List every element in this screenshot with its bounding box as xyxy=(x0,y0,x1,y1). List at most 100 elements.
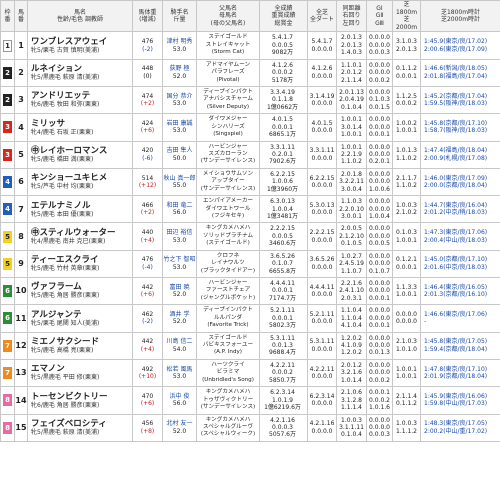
time-2000-link[interactable]: 2:01.3(京都/良/16.10) xyxy=(424,291,500,298)
horse-cell[interactable]: ミリッサ 牝4/鹿毛 石坂 正(栗東) xyxy=(27,113,133,142)
horse-cell[interactable]: ミエノサクシード 牝5/鹿毛 高橋 亮(栗東) xyxy=(27,331,133,360)
time-2000-link[interactable]: 2:00.0(京都/良/18.04) xyxy=(424,182,500,189)
horse-name-link[interactable]: トーセンビクトリー xyxy=(31,392,132,402)
time-1800-link[interactable]: 1:47.3(東京/良/17.06) xyxy=(424,229,500,236)
horse-name-link[interactable]: キンショーユキヒメ xyxy=(31,173,132,183)
horse-name-link[interactable]: ㊥スティルウォーター xyxy=(31,228,132,238)
times-cell[interactable]: 1:45.8(東京/良/17.05) 1:59.4(京都/良/18.04) xyxy=(420,331,500,360)
jockey-cell[interactable]: 富田 暁 52.0 xyxy=(162,277,197,306)
time-2000-link[interactable]: 2:00.6(東京/良/17.09) xyxy=(424,46,500,53)
times-cell[interactable]: 1:48.3(東京/良/17.05) 2:00.2(中山/重/17.02) xyxy=(420,413,500,442)
jockey-name-link[interactable]: 竹之下 智昭 xyxy=(164,256,196,263)
time-2000-link[interactable]: 1:58.7(阪神/良/18.03) xyxy=(424,127,500,134)
horse-name-link[interactable]: エマノン xyxy=(31,364,132,374)
times-cell[interactable]: 1:45.0(京都/良/17.10) 2:01.6(中京/良/18.03) xyxy=(420,249,500,279)
jockey-name-link[interactable]: 川島 信二 xyxy=(164,338,196,345)
time-1800-link[interactable]: 1:46.6(新潟/良/18.05) xyxy=(424,65,500,72)
horse-name-link[interactable]: アンドリエッテ xyxy=(31,91,132,101)
jockey-name-link[interactable]: 津村 明秀 xyxy=(164,38,196,45)
horse-name-link[interactable]: フェイズベロシティ xyxy=(31,419,132,429)
jockey-cell[interactable]: 秋山 真一郎 55.0 xyxy=(162,167,197,197)
horse-name-link[interactable]: ミエノサクシード xyxy=(31,337,132,347)
horse-cell[interactable]: ティーエスクライ 牝5/鹿毛 竹村 英章(栗東) xyxy=(27,249,133,279)
horse-cell[interactable]: トーセンビクトリー 牝6/鹿毛 角居 勝彦(栗東) xyxy=(27,386,133,415)
horse-cell[interactable]: アルジャンテ 牝5/栗毛 尾関 知人(美浦) xyxy=(27,304,133,333)
time-2000-link[interactable]: 2:00.9(札幌/良/17.08) xyxy=(424,155,500,162)
time-1800-link[interactable]: 1:47.4(福島/良/18.04) xyxy=(424,147,500,154)
time-2000-link[interactable]: - xyxy=(424,318,500,325)
time-2000-link[interactable]: 2:01.6(中京/良/18.03) xyxy=(424,264,500,271)
time-2000-link[interactable]: 1:59.4(京都/良/18.04) xyxy=(424,346,500,353)
horse-cell[interactable]: アンドリエッテ 牝6/鹿毛 牧田 和弥(栗東) xyxy=(27,85,133,115)
jockey-cell[interactable]: 竹之下 智昭 53.0 xyxy=(162,249,197,279)
jockey-cell[interactable]: 松若 風馬 53.0 xyxy=(162,358,197,388)
times-cell[interactable]: 1:44.7(東京/良/16.04) 2:01.2(中京/稍/18.03) xyxy=(420,195,500,224)
jockey-cell[interactable]: 浜中 俊 56.0 xyxy=(162,386,197,415)
jockey-cell[interactable]: 津村 明秀 53.0 xyxy=(162,31,197,60)
time-2000-link[interactable]: 2:01.8(福島/良/17.04) xyxy=(424,73,500,80)
jockey-cell[interactable]: 北村 友一 52.0 xyxy=(162,413,197,442)
jockey-name-link[interactable]: 秋山 真一郎 xyxy=(164,175,196,182)
time-1800-link[interactable]: 1:45.9(東京/良/17.02) xyxy=(424,38,500,45)
horse-name-link[interactable]: ティーエスクライ xyxy=(31,255,132,265)
jockey-cell[interactable]: 川島 信二 54.0 xyxy=(162,331,197,360)
horse-name-link[interactable]: ヴァフラーム xyxy=(31,282,132,292)
jockey-name-link[interactable]: 和田 竜二 xyxy=(164,202,196,209)
jockey-name-link[interactable]: 国分 恭介 xyxy=(164,93,196,100)
time-2000-link[interactable]: 2:00.2(中山/重/17.02) xyxy=(424,428,500,435)
time-1800-link[interactable]: 1:46.6(東京/良/17.06) xyxy=(424,311,500,318)
horse-cell[interactable]: ㊥スティルウォーター 牝4/黒鹿毛 南井 克巳(栗東) xyxy=(27,222,133,251)
time-1800-link[interactable]: 1:45.0(京都/良/17.10) xyxy=(424,256,500,263)
time-1800-link[interactable]: 1:47.8(東京/良/17.10) xyxy=(424,366,500,373)
time-2000-link[interactable]: 2:01.9(京都/良/18.04) xyxy=(424,373,500,380)
times-cell[interactable]: 1:47.4(福島/良/18.04) 2:00.9(札幌/良/17.08) xyxy=(420,140,500,169)
jockey-name-link[interactable]: 田辺 裕信 xyxy=(164,229,196,236)
time-2000-link[interactable]: 1:59.5(阪神/良/18.03) xyxy=(424,100,500,107)
horse-name-link[interactable]: アルジャンテ xyxy=(31,310,132,320)
horse-name-link[interactable]: ワンブレスアウェイ xyxy=(31,37,132,47)
times-cell[interactable]: 1:47.3(東京/良/17.06) 2:00.4(中山/良/18.03) xyxy=(420,222,500,251)
jockey-cell[interactable]: 酒井 学 52.0 xyxy=(162,304,197,333)
jockey-name-link[interactable]: 酒井 学 xyxy=(164,311,196,318)
horse-name-link[interactable]: ㊥レイホーロマンス xyxy=(31,146,132,156)
time-1800-link[interactable]: 1:45.8(東京/良/17.05) xyxy=(424,338,500,345)
times-cell[interactable]: 1:45.9(東京/良/16.06) 1:59.8(中山/良/17.03) xyxy=(420,386,500,415)
jockey-cell[interactable]: 和田 竜二 56.0 xyxy=(162,195,197,224)
horse-cell[interactable]: エテルナミノル 牝5/鹿毛 本田 優(栗東) xyxy=(27,195,133,224)
time-2000-link[interactable]: 2:01.2(中京/稍/18.03) xyxy=(424,209,500,216)
horse-cell[interactable]: ヴァフラーム 牝5/鹿毛 角居 勝彦(栗東) xyxy=(27,277,133,306)
jockey-name-link[interactable]: 岩田 康誠 xyxy=(164,120,196,127)
jockey-name-link[interactable]: 松若 風馬 xyxy=(164,366,196,373)
time-1800-link[interactable]: 1:48.3(東京/良/17.05) xyxy=(424,420,500,427)
jockey-name-link[interactable]: 荻野 極 xyxy=(164,65,196,72)
time-1800-link[interactable]: 1:46.0(東京/良/17.09) xyxy=(424,175,500,182)
jockey-name-link[interactable]: 富田 暁 xyxy=(164,284,196,291)
horse-name-link[interactable]: ミリッサ xyxy=(31,119,132,129)
horse-cell[interactable]: キンショーユキヒメ 牝5/芦毛 中村 均(栗東) xyxy=(27,167,133,197)
horse-cell[interactable]: ルネイション 牝5/黒鹿毛 萩原 清(美浦) xyxy=(27,58,133,87)
times-cell[interactable]: 1:46.0(東京/良/17.09) 2:00.0(京都/良/18.04) xyxy=(420,167,500,197)
times-cell[interactable]: 1:46.4(東京/良/16.05) 2:01.3(京都/良/16.10) xyxy=(420,277,500,306)
horse-cell[interactable]: エマノン 牝5/黒鹿毛 平田 修(栗東) xyxy=(27,358,133,388)
time-2000-link[interactable]: 2:00.4(中山/良/18.03) xyxy=(424,237,500,244)
jockey-cell[interactable]: 岩田 康誠 53.0 xyxy=(162,113,197,142)
times-cell[interactable]: 1:45.8(京都/良/17.10) 1:58.7(阪神/良/18.03) xyxy=(420,113,500,142)
horse-cell[interactable]: フェイズベロシティ 牝5/黒鹿毛 萩原 清(美浦) xyxy=(27,413,133,442)
horse-cell[interactable]: ㊥レイホーロマンス 牝5/鹿毛 橋田 満(栗東) xyxy=(27,140,133,169)
jockey-name-link[interactable]: 吉田 隼人 xyxy=(164,147,196,154)
times-cell[interactable]: 1:46.6(新潟/良/18.05) 2:01.8(福島/良/17.04) xyxy=(420,58,500,87)
horse-cell[interactable]: ワンブレスアウェイ 牝5/栗毛 古賀 慎明(美浦) xyxy=(27,31,133,60)
jockey-cell[interactable]: 田辺 裕信 53.0 xyxy=(162,222,197,251)
times-cell[interactable]: 1:45.9(東京/良/17.02) 2:00.6(東京/良/17.09) xyxy=(420,31,500,60)
jockey-cell[interactable]: 吉田 隼人 50.0 xyxy=(162,140,197,169)
times-cell[interactable]: 1:46.6(東京/良/17.06) - xyxy=(420,304,500,333)
times-cell[interactable]: 1:47.8(東京/良/17.10) 2:01.9(京都/良/18.04) xyxy=(420,358,500,388)
times-cell[interactable]: 1:45.2(京都/良/17.04) 1:59.5(阪神/良/18.03) xyxy=(420,85,500,115)
jockey-cell[interactable]: 荻野 極 52.0 xyxy=(162,58,197,87)
jockey-name-link[interactable]: 北村 友一 xyxy=(164,420,196,427)
jockey-cell[interactable]: 国分 恭介 53.0 xyxy=(162,85,197,115)
horse-name-link[interactable]: ルネイション xyxy=(31,64,132,74)
time-2000-link[interactable]: 1:59.8(中山/良/17.03) xyxy=(424,400,500,407)
horse-name-link[interactable]: エテルナミノル xyxy=(31,201,132,211)
time-1800-link[interactable]: 1:45.2(京都/良/17.04) xyxy=(424,93,500,100)
